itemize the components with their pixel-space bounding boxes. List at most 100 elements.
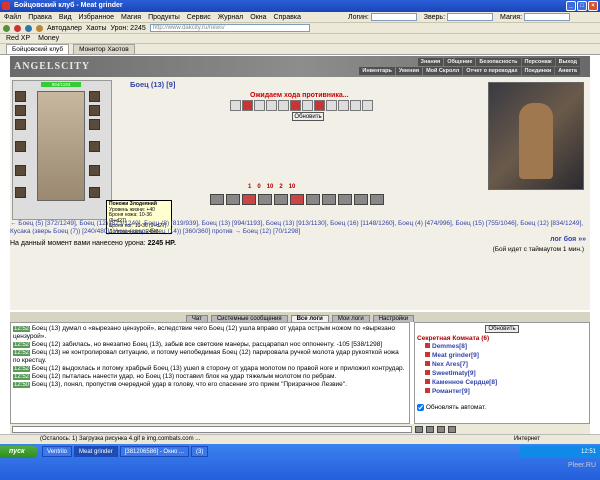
magic-input[interactable] [524,13,571,21]
tab-all-logs[interactable]: Все логи [290,315,329,322]
nav-knowledge[interactable]: Знания [417,58,444,66]
nav-inventory[interactable]: Инвентарь [359,67,395,75]
bracers-slot[interactable] [89,141,100,152]
nav-character[interactable]: Персонаж [521,58,555,66]
close-button[interactable]: × [588,1,598,11]
earring-slot[interactable] [89,91,100,102]
home-icon[interactable] [36,24,43,32]
battle-log-link[interactable]: лог боя »» [550,236,586,243]
skill-slot[interactable] [258,194,272,205]
tab-chat[interactable]: Чат [185,315,208,322]
attack-belly[interactable] [254,100,265,111]
menu-edit[interactable]: Правка [28,14,52,21]
online-update-button[interactable]: Обновить [485,325,519,333]
online-user[interactable]: Meat grinder[9] [417,351,587,360]
skill-slot[interactable] [290,194,304,205]
nav-skills[interactable]: Умения [395,67,423,75]
task-ventrilo[interactable]: Ventrilo [42,446,73,457]
online-user[interactable]: Каменное Сердце[8] [417,378,587,387]
tab-fight-club[interactable]: Бойцовский клуб [6,44,70,54]
belt-slot[interactable] [15,165,26,176]
chat-input[interactable] [12,425,412,433]
skill-slot[interactable] [338,194,352,205]
attack-chest[interactable] [242,100,253,111]
send-icon[interactable] [415,425,423,433]
block-head[interactable] [290,100,301,111]
shield-slot[interactable] [89,119,100,130]
player-name[interactable]: Боец (13) [9] [130,80,175,89]
block-groin[interactable] [326,100,337,111]
tab-system[interactable]: Системные сообщения [210,315,288,322]
translit-icon[interactable] [448,425,456,433]
block-chest[interactable] [302,100,313,111]
beast-input[interactable] [447,13,494,21]
block-legs[interactable] [338,100,349,111]
menu-tools[interactable]: Сервис [187,14,211,21]
address-bar[interactable]: http://www.dakcity.ru/news/ [149,24,310,32]
helmet-slot[interactable] [15,91,26,102]
attack-groin[interactable] [266,100,277,111]
menu-windows[interactable]: Окна [250,14,266,21]
skill-slot[interactable] [306,194,320,205]
task-window[interactable]: [381206586] - Окно ... [119,446,190,457]
chaos-button[interactable]: Хаоты [86,25,107,32]
clear-icon[interactable] [437,425,445,433]
auto-update-checkbox[interactable] [417,404,424,411]
refresh-icon[interactable] [25,24,32,32]
nav-profile[interactable]: Анкета [555,67,580,75]
menu-magic[interactable]: Магия [121,14,141,21]
skill-slot[interactable] [274,194,288,205]
task-meat-grinder[interactable]: Meat grinder [74,446,118,457]
back-icon[interactable] [3,24,10,32]
autodraw-button[interactable]: Автодалер [47,25,82,32]
skill-slot[interactable] [354,194,368,205]
smiley-icon[interactable] [426,425,434,433]
online-user[interactable]: Demmes[8] [417,342,587,351]
update-button[interactable]: Обновить [292,112,324,121]
skill-slot[interactable] [210,194,224,205]
necklace-slot[interactable] [15,105,26,116]
weapon-slot[interactable] [15,119,26,130]
menu-favorites[interactable]: Избранное [79,14,114,21]
minimize-button[interactable]: _ [566,1,576,11]
boots-slot[interactable] [89,187,100,198]
tab-chaos-monitor[interactable]: Монитор Хаотов [73,44,135,54]
menu-help[interactable]: Справка [274,14,301,21]
skill-slot[interactable] [322,194,336,205]
maximize-button[interactable]: □ [577,1,587,11]
favorite-red-xp[interactable]: Red XP [6,35,30,42]
online-user[interactable]: Романтег[9] [417,387,587,396]
skill-slot[interactable] [370,194,384,205]
nav-duels[interactable]: Поединки [521,67,555,75]
menu-journal[interactable]: Журнал [218,14,244,21]
login-input[interactable] [370,13,417,21]
attack-head[interactable] [230,100,241,111]
start-button[interactable]: пуск [0,446,38,458]
nav-communication[interactable]: Общение [444,58,476,66]
online-user[interactable]: Nex Ares[7] [417,360,587,369]
block-belly[interactable] [314,100,325,111]
menu-products[interactable]: Продукты [148,14,180,21]
menu-view[interactable]: Вид [59,14,72,21]
nav-security[interactable]: Безопасность [476,58,521,66]
nav-exit[interactable]: Выход [555,58,580,66]
nav-transfers[interactable]: Отчет о переводах [463,67,521,75]
tab-my-logs[interactable]: Мои логи [331,315,370,322]
special-2[interactable] [362,100,373,111]
armor-slot[interactable] [15,141,26,152]
menu-file[interactable]: Файл [4,14,21,21]
ring-slot[interactable] [15,187,26,198]
skill-slot[interactable] [226,194,240,205]
tab-settings[interactable]: Настройки [372,315,415,322]
skill-slot[interactable] [242,194,256,205]
gloves-slot[interactable] [89,105,100,116]
attack-legs[interactable] [278,100,289,111]
online-user[interactable]: SweetImaty[9] [417,369,587,378]
task-group[interactable]: (3) [191,446,209,457]
legs-slot[interactable] [89,165,100,176]
nav-scroll[interactable]: Мой Скролл [423,67,463,75]
special-1[interactable] [350,100,361,111]
favorite-money[interactable]: Money [38,35,59,42]
chat-line: 12:52 Боец (12) пыталась нанести удар, н… [13,373,337,380]
stop-icon[interactable] [14,24,21,32]
